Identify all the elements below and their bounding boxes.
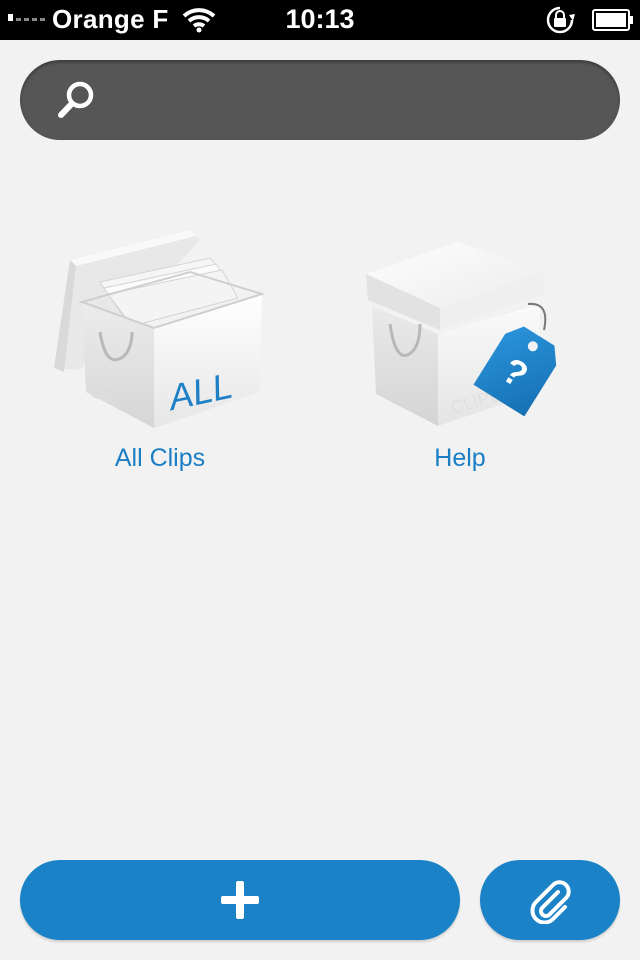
rotation-lock-icon: [546, 6, 575, 34]
carrier-name: Orange F: [52, 4, 169, 34]
search-icon: [58, 81, 94, 118]
help-box-icon: CLIPB ?: [366, 242, 557, 426]
all-clips-box-icon: ALL: [54, 230, 266, 428]
folder-help[interactable]: CLIPB ? Help: [340, 220, 580, 490]
status-bar: Orange F 10:13: [0, 0, 640, 40]
wifi-icon: [182, 8, 216, 33]
folder-label-all-clips: All Clips: [114, 444, 206, 472]
plus-icon: [221, 881, 259, 919]
folder-all-clips[interactable]: ALL All Clips: [40, 220, 280, 490]
signal-icon: [8, 14, 45, 21]
paperclip-icon: [530, 880, 571, 924]
search-bar[interactable]: [20, 60, 620, 140]
battery-icon: [592, 9, 633, 31]
folder-label-help: Help: [434, 444, 486, 472]
attach-button[interactable]: [480, 860, 620, 940]
search-input[interactable]: [120, 76, 594, 126]
add-clip-button[interactable]: [20, 860, 460, 940]
